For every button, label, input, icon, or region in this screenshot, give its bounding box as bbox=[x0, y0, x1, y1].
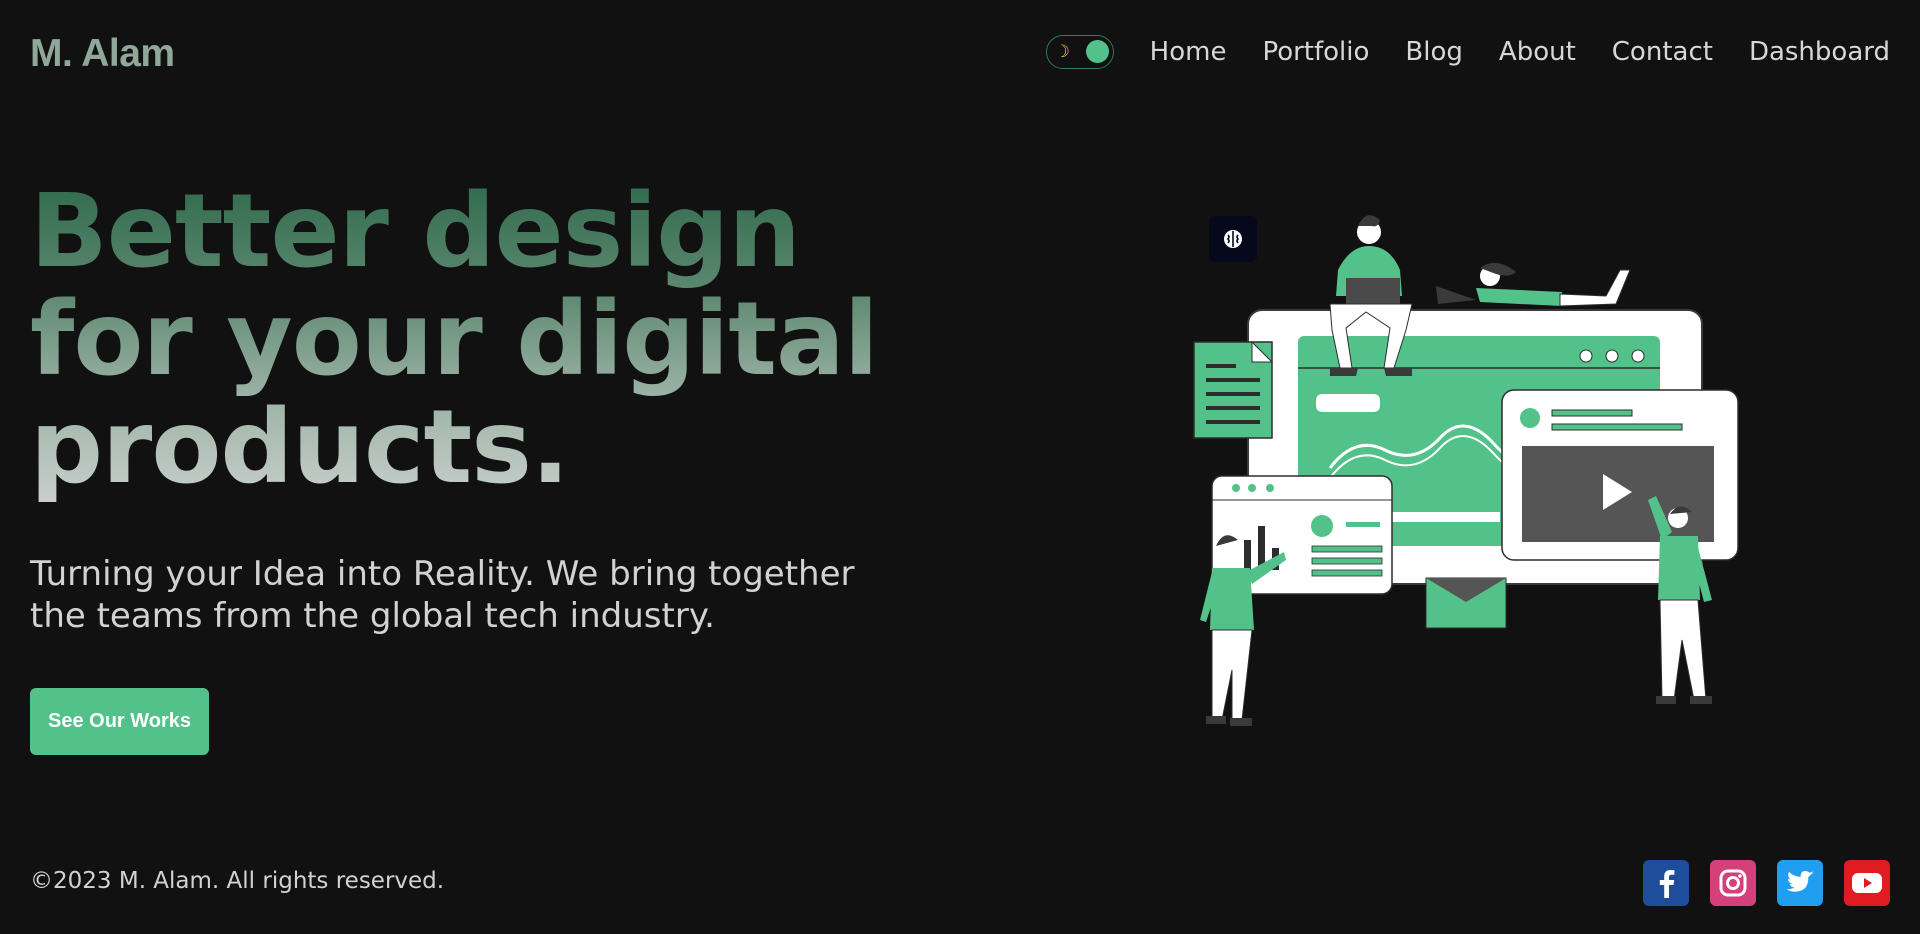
social-links bbox=[1622, 860, 1890, 906]
see-our-works-button[interactable]: See Our Works bbox=[30, 688, 210, 755]
nav-blog[interactable]: Blog bbox=[1405, 37, 1462, 67]
hero-illustration bbox=[1193, 215, 1739, 726]
moon-icon: ☽ bbox=[1054, 42, 1070, 62]
nav-dashboard[interactable]: Dashboard bbox=[1749, 37, 1890, 67]
hero-title-line: for your digital bbox=[30, 280, 878, 399]
twitter-icon[interactable] bbox=[1777, 860, 1823, 906]
youtube-icon[interactable] bbox=[1844, 860, 1890, 906]
main-nav: ☽ Home Portfolio Blog About Contact Dash… bbox=[1045, 35, 1890, 69]
hero-title: Better design for your digital products. bbox=[30, 178, 910, 502]
hero-title-line: Better design bbox=[30, 172, 800, 291]
hero-title-line: products. bbox=[30, 388, 569, 507]
site-header: M. Alam ☽ Home Portfolio Blog About Cont… bbox=[30, 0, 1890, 108]
nav-portfolio[interactable]: Portfolio bbox=[1262, 37, 1369, 67]
nav-home[interactable]: Home bbox=[1150, 37, 1227, 67]
instagram-icon[interactable] bbox=[1710, 860, 1756, 906]
hero-subtitle: Turning your Idea into Reality. We bring… bbox=[30, 554, 855, 636]
nav-about[interactable]: About bbox=[1499, 37, 1576, 67]
copyright-text: ©2023 M. Alam. All rights reserved. bbox=[30, 868, 445, 894]
toggle-knob bbox=[1085, 40, 1109, 63]
logo[interactable]: M. Alam bbox=[30, 32, 175, 76]
nav-contact[interactable]: Contact bbox=[1612, 37, 1713, 67]
theme-toggle[interactable]: ☽ bbox=[1045, 35, 1114, 69]
facebook-icon[interactable] bbox=[1643, 860, 1689, 906]
